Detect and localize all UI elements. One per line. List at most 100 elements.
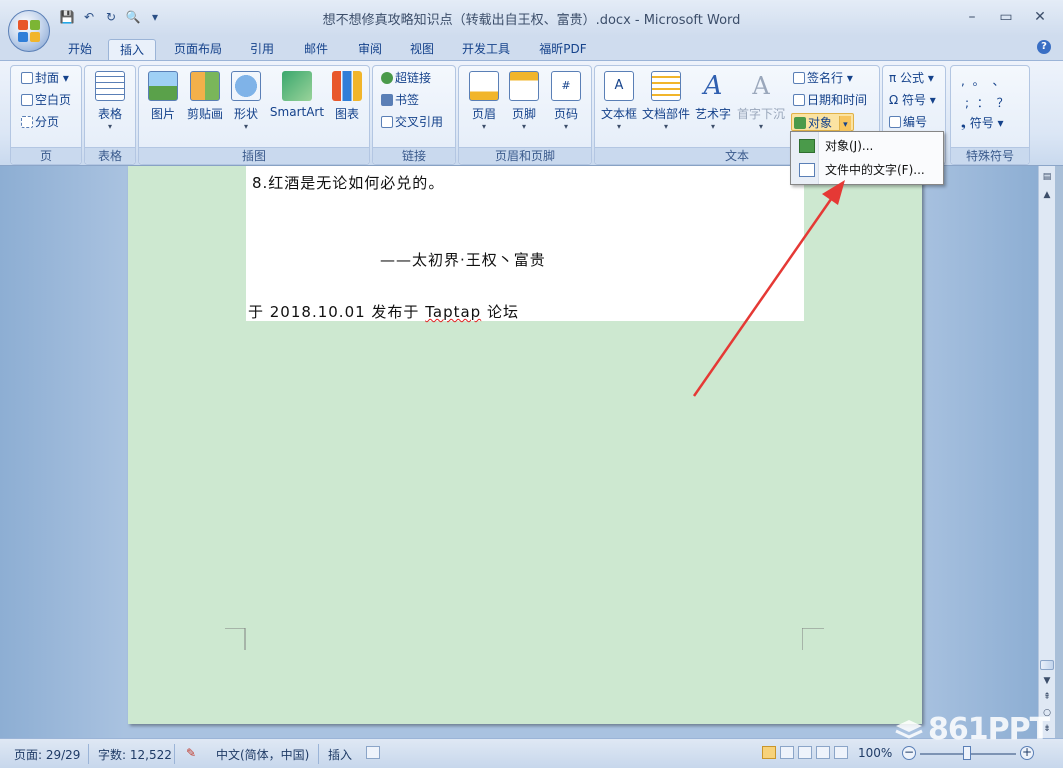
- hyperlink-button[interactable]: 超链接: [381, 69, 431, 87]
- shapes-button[interactable]: 形状 ▾: [229, 71, 263, 132]
- crossref-label: 交叉引用: [395, 115, 444, 129]
- zoom-in-icon[interactable]: +: [1020, 746, 1034, 760]
- macro-record-icon[interactable]: [366, 746, 380, 759]
- punctuation-row-2[interactable]: ; ： ？: [965, 94, 1011, 112]
- menu-item-object-label: 对象(J)...: [825, 139, 874, 153]
- chart-icon: [332, 71, 362, 101]
- chart-button[interactable]: 图表: [329, 71, 365, 122]
- doc-line-2[interactable]: ——太初界·王权丶富贵: [380, 249, 546, 270]
- page-count[interactable]: 页面: 29/29: [14, 746, 80, 763]
- wordart-dropdown-icon: ▾: [710, 122, 715, 131]
- blank-page-button[interactable]: 空白页: [21, 91, 71, 109]
- numbering-label: 编号: [903, 115, 928, 129]
- quickparts-icon: [651, 71, 681, 101]
- page-number-button[interactable]: # 页码 ▾: [549, 71, 583, 132]
- help-icon[interactable]: ?: [1037, 40, 1051, 54]
- doc-line-1[interactable]: 8.红酒是无论如何必兑的。: [252, 172, 444, 193]
- tab-home[interactable]: 开始: [58, 39, 102, 60]
- tab-review[interactable]: 审阅: [348, 39, 392, 60]
- header-button[interactable]: 页眉 ▾: [467, 71, 501, 132]
- menu-item-object[interactable]: 对象(J)...: [793, 135, 941, 157]
- zoom-slider-thumb[interactable]: [963, 746, 971, 760]
- date-time-button[interactable]: 日期和时间: [793, 91, 867, 109]
- tab-references[interactable]: 引用: [240, 39, 284, 60]
- dropcap-label: 首字下沉: [736, 107, 785, 121]
- previous-page-icon[interactable]: ⇞: [1040, 690, 1054, 704]
- symbol-button[interactable]: Ω 符号 ▾: [889, 91, 936, 109]
- full-screen-reading-view-icon[interactable]: [780, 746, 794, 759]
- draft-view-icon[interactable]: [834, 746, 848, 759]
- language-indicator[interactable]: 中文(简体，中国): [216, 746, 309, 763]
- picture-button[interactable]: 图片: [147, 71, 179, 122]
- zoom-out-icon[interactable]: −: [902, 746, 916, 760]
- blank-page-icon: [21, 94, 33, 106]
- blank-page-label: 空白页: [35, 93, 72, 107]
- wordart-label: 艺术字: [694, 107, 731, 121]
- zoom-level[interactable]: 100%: [858, 746, 892, 760]
- wordart-button[interactable]: A 艺术字 ▾: [693, 71, 733, 132]
- chart-label: 图表: [334, 107, 359, 121]
- signature-line-button[interactable]: 签名行 ▾: [793, 69, 853, 87]
- hyperlink-icon: [381, 72, 393, 84]
- quickparts-button[interactable]: 文档部件 ▾: [641, 71, 691, 132]
- clipart-icon: [190, 71, 220, 101]
- object-button[interactable]: 对象 ▾: [791, 113, 854, 134]
- page-break-button[interactable]: 分页: [21, 113, 59, 131]
- shapes-dropdown-icon: ▾: [243, 122, 248, 131]
- scroll-thumb[interactable]: [1040, 660, 1054, 670]
- object-label: 对象: [808, 116, 833, 130]
- tab-developer[interactable]: 开发工具: [454, 39, 518, 60]
- vertical-scrollbar[interactable]: ▤ ▲ ▼ ⇞ ○ ⇟: [1038, 166, 1055, 738]
- crossref-icon: [381, 116, 393, 128]
- textbox-button[interactable]: A 文本框 ▾: [601, 71, 637, 132]
- window-title: 想不想修真攻略知识点（转载出自王权、富贵）.docx - Microsoft W…: [322, 13, 741, 28]
- equation-button[interactable]: π 公式 ▾: [889, 69, 934, 87]
- minimize-button[interactable]: –: [955, 6, 989, 28]
- window-controls: – ▭ ✕: [955, 6, 1057, 28]
- insert-mode-indicator[interactable]: 插入: [328, 746, 352, 763]
- office-button[interactable]: [8, 10, 50, 52]
- close-button[interactable]: ✕: [1023, 6, 1057, 28]
- doc-line-3-suffix: 论坛: [481, 303, 519, 321]
- bookmark-button[interactable]: 书签: [381, 91, 419, 109]
- dropcap-icon: A: [752, 72, 770, 100]
- office-logo-icon: [18, 20, 40, 42]
- ribbon-tabs: 开始 插入 页面布局 引用 邮件 审阅 视图 开发工具 福昕PDF: [0, 36, 1063, 60]
- quickparts-dropdown-icon: ▾: [663, 122, 668, 131]
- clipart-button[interactable]: 剪贴画: [185, 71, 225, 122]
- numbering-icon: [889, 116, 901, 128]
- menu-item-text-from-file-label: 文件中的文字(F)...: [825, 163, 925, 177]
- maximize-button[interactable]: ▭: [989, 6, 1023, 28]
- tab-mailings[interactable]: 邮件: [294, 39, 338, 60]
- table-button[interactable]: 表格 ▾: [93, 71, 127, 132]
- word-count[interactable]: 字数: 12,522: [98, 746, 172, 763]
- footer-button[interactable]: 页脚 ▾: [507, 71, 541, 132]
- punctuation-row-1[interactable]: , 。 、: [961, 72, 1006, 90]
- shapes-label: 形状: [233, 107, 258, 121]
- tab-foxit-pdf[interactable]: 福昕PDF: [530, 39, 596, 60]
- tab-view[interactable]: 视图: [400, 39, 444, 60]
- textbox-label: 文本框: [601, 107, 638, 121]
- group-links: 超链接 书签 交叉引用 链接: [372, 65, 456, 165]
- document-page[interactable]: 8.红酒是无论如何必兑的。 ——太初界·王权丶富贵 于 2018.10.01 发…: [128, 166, 922, 724]
- proofing-icon[interactable]: ✎: [186, 746, 196, 760]
- tab-insert[interactable]: 插入: [108, 39, 156, 60]
- print-layout-view-icon[interactable]: [762, 746, 776, 759]
- shapes-icon: [231, 71, 261, 101]
- crossref-button[interactable]: 交叉引用: [381, 113, 443, 131]
- scroll-down-icon[interactable]: ▼: [1040, 674, 1054, 688]
- dropcap-button[interactable]: A 首字下沉 ▾: [735, 71, 787, 132]
- special-symbol-button[interactable]: ❟ 符号 ▾: [961, 114, 1004, 132]
- hyperlink-label: 超链接: [395, 71, 432, 85]
- smartart-button[interactable]: SmartArt: [267, 71, 327, 119]
- menu-item-text-from-file[interactable]: 文件中的文字(F)...: [793, 159, 941, 181]
- table-label: 表格: [97, 107, 122, 121]
- cover-page-button[interactable]: 封面 ▾: [21, 69, 69, 87]
- doc-line-3[interactable]: 于 2018.10.01 发布于 Taptap 论坛: [248, 301, 519, 322]
- tab-page-layout[interactable]: 页面布局: [166, 39, 230, 60]
- numbering-button[interactable]: 编号: [889, 113, 927, 131]
- scroll-up-icon[interactable]: ▲: [1040, 188, 1054, 202]
- outline-view-icon[interactable]: [816, 746, 830, 759]
- web-layout-view-icon[interactable]: [798, 746, 812, 759]
- ruler-toggle-icon[interactable]: ▤: [1040, 170, 1054, 184]
